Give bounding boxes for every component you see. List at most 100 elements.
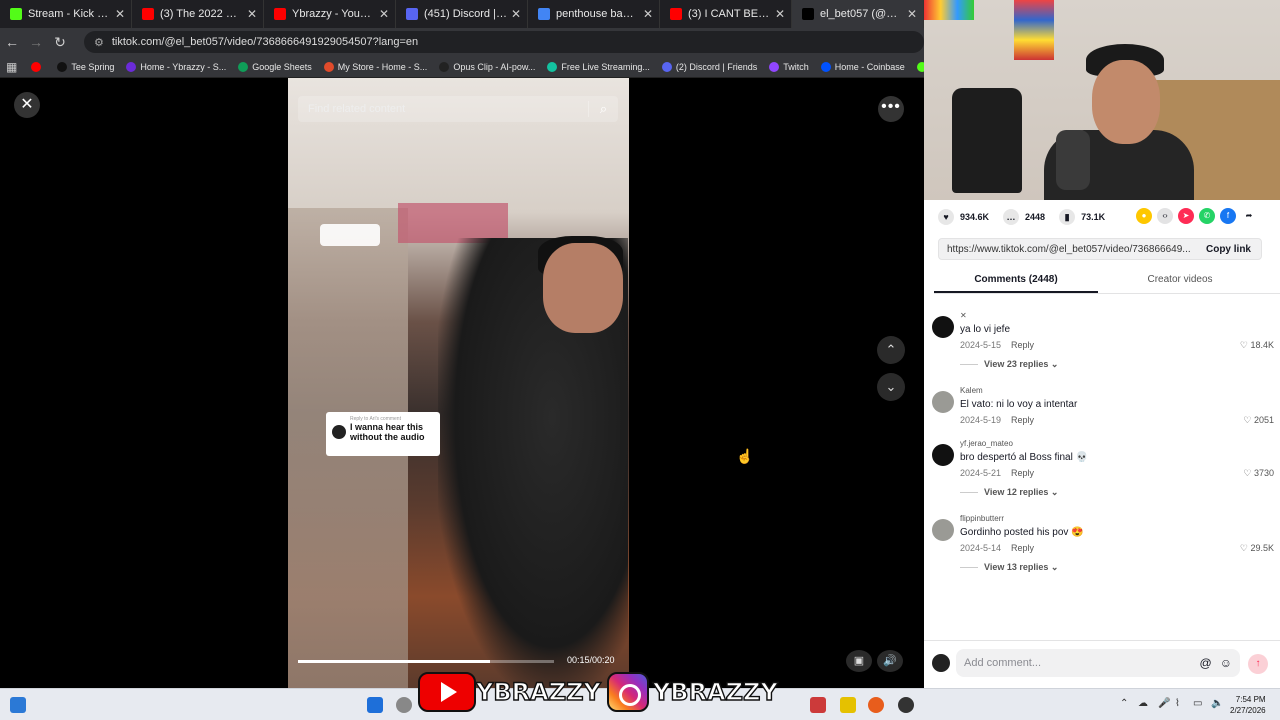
tray-network-icon[interactable]: ☁ bbox=[1138, 698, 1148, 709]
bookmark-label: (2) Discord | Friends bbox=[675, 61, 758, 72]
save-button[interactable]: ▮ 73.1K bbox=[1059, 209, 1105, 225]
like-count: 934.6K bbox=[960, 212, 990, 222]
commenter-avatar[interactable] bbox=[932, 444, 954, 466]
view-replies-button[interactable]: View 23 replies ⌄ bbox=[960, 353, 1280, 375]
tray-chevron-icon[interactable]: ⌃ bbox=[1120, 698, 1128, 709]
browser-tab[interactable]: penthouse bay area co ✕ bbox=[528, 0, 660, 28]
browser-tab[interactable]: (451) Discord | #ybrazzy ✕ bbox=[396, 0, 528, 28]
browser-tab[interactable]: el_bet057 (@el_bet ✕ bbox=[792, 0, 924, 28]
mention-icon[interactable]: @ bbox=[1200, 656, 1212, 670]
close-tab-icon[interactable]: ✕ bbox=[247, 7, 257, 21]
commenter-name[interactable]: ✕ bbox=[960, 310, 1280, 322]
comment-like-button[interactable]: ♡ 3730 bbox=[1243, 468, 1274, 479]
forward-icon[interactable]: → bbox=[24, 34, 48, 50]
close-tab-icon[interactable]: ✕ bbox=[379, 7, 389, 21]
forward-share-icon[interactable]: ➦ bbox=[1241, 208, 1257, 224]
whatsapp-icon[interactable]: ✆ bbox=[1199, 208, 1215, 224]
taskbar-app-icon-2[interactable] bbox=[840, 697, 856, 713]
taskbar-app-icon-3[interactable] bbox=[868, 697, 884, 713]
video-link-text[interactable]: https://www.tiktok.com/@el_bet057/video/… bbox=[939, 244, 1196, 255]
facebook-icon[interactable]: f bbox=[1220, 208, 1236, 224]
close-tab-icon[interactable]: ✕ bbox=[907, 7, 917, 21]
view-replies-button[interactable]: View 13 replies ⌄ bbox=[960, 556, 1280, 578]
bookmark-item[interactable]: Twitch bbox=[769, 61, 809, 72]
tab-comments[interactable]: Comments (2448) bbox=[934, 270, 1098, 293]
close-tab-icon[interactable]: ✕ bbox=[775, 7, 785, 21]
comment-button[interactable]: … 2448 bbox=[1003, 209, 1045, 225]
bookmark-item[interactable]: My Store - Home - S... bbox=[323, 61, 427, 72]
bookmark-item[interactable]: Tee Spring bbox=[57, 61, 114, 72]
browser-tab[interactable]: (3) The 2022 Mercedes ✕ bbox=[132, 0, 264, 28]
bookmark-item[interactable] bbox=[31, 61, 45, 72]
post-comment-button[interactable]: ↑ bbox=[1248, 654, 1268, 674]
tray-mic-icon[interactable]: 🎤 bbox=[1158, 698, 1170, 709]
copy-link-button[interactable]: Copy link bbox=[1196, 244, 1261, 255]
commenter-avatar[interactable] bbox=[932, 391, 954, 413]
site-info-icon[interactable]: ⚙ bbox=[94, 36, 104, 49]
back-icon[interactable]: ← bbox=[0, 34, 24, 50]
related-search-bar: ⌕ bbox=[298, 96, 618, 122]
reload-icon[interactable]: ↻ bbox=[48, 34, 72, 51]
add-comment-input[interactable] bbox=[964, 657, 1200, 669]
task-view-icon[interactable] bbox=[10, 697, 26, 713]
commenter-name[interactable]: yf.jerao_mateo bbox=[960, 438, 1280, 450]
address-bar[interactable]: ⚙ tiktok.com/@el_bet057/video/7368666491… bbox=[84, 31, 924, 53]
commenter-avatar[interactable] bbox=[932, 519, 954, 541]
close-icon[interactable]: ✕ bbox=[14, 92, 40, 118]
more-options-icon[interactable]: ••• bbox=[878, 96, 904, 122]
tray-display-icon[interactable]: ▭ bbox=[1193, 698, 1202, 709]
video-frame[interactable] bbox=[288, 78, 629, 688]
comment-text: Gordinho posted his pov 😍 bbox=[960, 527, 1084, 538]
video-progress-bar[interactable] bbox=[298, 660, 554, 663]
emoji-icon[interactable]: ☺ bbox=[1220, 656, 1232, 670]
reply-button[interactable]: Reply bbox=[1011, 415, 1034, 425]
commenter-name[interactable]: Kalem bbox=[960, 385, 1280, 397]
browser-tab[interactable]: (3) I CANT BELIEVE HE S ✕ bbox=[660, 0, 792, 28]
tray-volume-icon[interactable]: 🔈 bbox=[1211, 698, 1223, 709]
browser-tab[interactable]: Stream - Kick Dashboard ✕ bbox=[0, 0, 132, 28]
current-user-avatar bbox=[932, 654, 950, 672]
browser-tab[interactable]: Ybrazzy - YouTube ✕ bbox=[264, 0, 396, 28]
reply-button[interactable]: Reply bbox=[1011, 468, 1034, 478]
commenter-avatar[interactable] bbox=[932, 316, 954, 338]
commenter-name[interactable]: flippinbutterr bbox=[960, 513, 1280, 525]
send-icon[interactable]: ➤ bbox=[1178, 208, 1194, 224]
windows-start-icon[interactable] bbox=[367, 697, 383, 713]
like-button[interactable]: ♥ 934.6K bbox=[938, 209, 989, 225]
search-icon[interactable] bbox=[396, 697, 412, 713]
bookmark-item[interactable]: Free Live Streaming... bbox=[547, 61, 650, 72]
apps-grid-icon[interactable]: ▦ bbox=[6, 60, 17, 74]
tab-creator-videos[interactable]: Creator videos bbox=[1098, 270, 1262, 293]
reply-comment-sticker: Reply to Ari's comment I wanna hear this… bbox=[326, 412, 440, 456]
comment-like-button[interactable]: ♡ 2051 bbox=[1243, 415, 1274, 426]
comment-like-button[interactable]: ♡ 29.5K bbox=[1240, 543, 1274, 554]
bookmark-item[interactable]: Google Sheets bbox=[238, 61, 312, 72]
bookmark-item[interactable]: Opus Clip - AI-pow... bbox=[439, 61, 535, 72]
search-icon[interactable]: ⌕ bbox=[588, 101, 618, 117]
previous-video-icon[interactable]: ⌃ bbox=[877, 336, 905, 364]
taskbar-app-icon[interactable] bbox=[810, 697, 826, 713]
embed-icon[interactable]: ‹› bbox=[1157, 208, 1173, 224]
webcam-overlay bbox=[924, 0, 1280, 200]
reply-button[interactable]: Reply bbox=[1011, 340, 1034, 350]
bookmark-item[interactable]: Home - Ybrazzy - S... bbox=[126, 61, 226, 72]
reply-button[interactable]: Reply bbox=[1011, 543, 1034, 553]
related-search-input[interactable] bbox=[308, 103, 588, 115]
system-clock[interactable]: 7:54 PM 2/27/2026 bbox=[1230, 694, 1266, 716]
comment-like-button[interactable]: ♡ 18.4K bbox=[1240, 340, 1274, 351]
next-video-icon[interactable]: ⌄ bbox=[877, 373, 905, 401]
comment-date: 2024-5-14 bbox=[960, 543, 1002, 553]
floating-player-icon[interactable]: ▣ bbox=[846, 650, 872, 672]
view-replies-button[interactable]: View 12 replies ⌄ bbox=[960, 481, 1280, 503]
tray-wifi-icon[interactable]: ⌇ bbox=[1175, 698, 1180, 709]
close-tab-icon[interactable]: ✕ bbox=[511, 7, 521, 21]
close-tab-icon[interactable]: ✕ bbox=[643, 7, 653, 21]
bookmark-favicon-icon bbox=[31, 61, 42, 72]
close-tab-icon[interactable]: ✕ bbox=[115, 7, 125, 21]
bookmark-item[interactable]: (2) Discord | Friends bbox=[661, 61, 758, 72]
taskbar-app-icon-4[interactable] bbox=[898, 697, 914, 713]
coin-share-icon[interactable]: ● bbox=[1136, 208, 1152, 224]
share-buttons: ● ‹› ➤ ✆ f ➦ bbox=[1136, 208, 1262, 224]
bookmark-item[interactable]: Home - Coinbase bbox=[820, 61, 905, 72]
volume-icon[interactable]: 🔊 bbox=[877, 650, 903, 672]
